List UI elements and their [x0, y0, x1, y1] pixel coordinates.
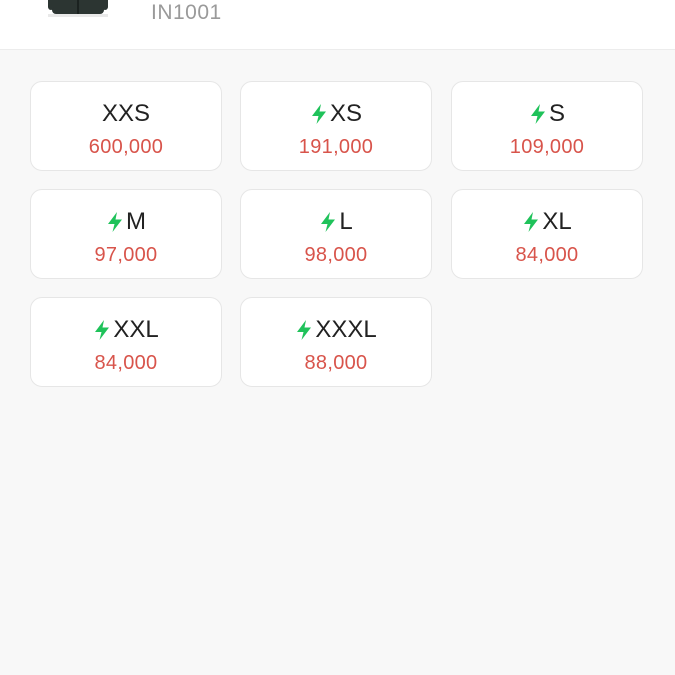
- size-price: 98,000: [304, 244, 368, 266]
- size-option-m[interactable]: M 97,000: [30, 189, 222, 279]
- size-option-xxl[interactable]: XXL 84,000: [30, 297, 222, 387]
- jacket-icon: [48, 0, 104, 14]
- size-label: XXXL: [315, 316, 377, 343]
- size-option-xxs[interactable]: XXS 600,000: [30, 81, 222, 171]
- size-label: XXL: [113, 316, 159, 343]
- size-selection-page: IN1001 XXS 600,000 XS 191,000 S 109,000: [0, 0, 675, 675]
- size-price: 88,000: [304, 352, 368, 374]
- size-label: S: [548, 100, 565, 127]
- lightning-bolt-icon: [524, 212, 539, 232]
- lightning-bolt-icon: [530, 104, 545, 124]
- size-price: 84,000: [515, 244, 579, 266]
- size-label: L: [339, 208, 353, 235]
- lightning-bolt-icon: [311, 104, 326, 124]
- lightning-bolt-icon: [108, 212, 122, 232]
- size-price: 109,000: [509, 136, 585, 158]
- size-price: 600,000: [88, 136, 164, 158]
- lightning-bolt-icon: [321, 212, 336, 232]
- size-price: 84,000: [94, 352, 158, 374]
- size-price: 97,000: [94, 244, 158, 266]
- size-option-xl[interactable]: XL 84,000: [451, 189, 643, 279]
- lightning-bolt-icon: [297, 320, 312, 340]
- product-thumbnail: [48, 0, 108, 17]
- product-sku: IN1001: [151, 1, 222, 24]
- size-label: XL: [542, 208, 572, 235]
- size-option-xxxl[interactable]: XXXL 88,000: [240, 297, 432, 387]
- size-option-s[interactable]: S 109,000: [451, 81, 643, 171]
- size-option-l[interactable]: L 98,000: [240, 189, 432, 279]
- size-label: XXS: [101, 100, 151, 127]
- size-option-xs[interactable]: XS 191,000: [240, 81, 432, 171]
- size-label: M: [126, 208, 146, 235]
- size-label: XS: [329, 100, 362, 127]
- product-header: IN1001: [0, 0, 675, 50]
- size-price: 191,000: [298, 136, 374, 158]
- lightning-bolt-icon: [95, 320, 110, 340]
